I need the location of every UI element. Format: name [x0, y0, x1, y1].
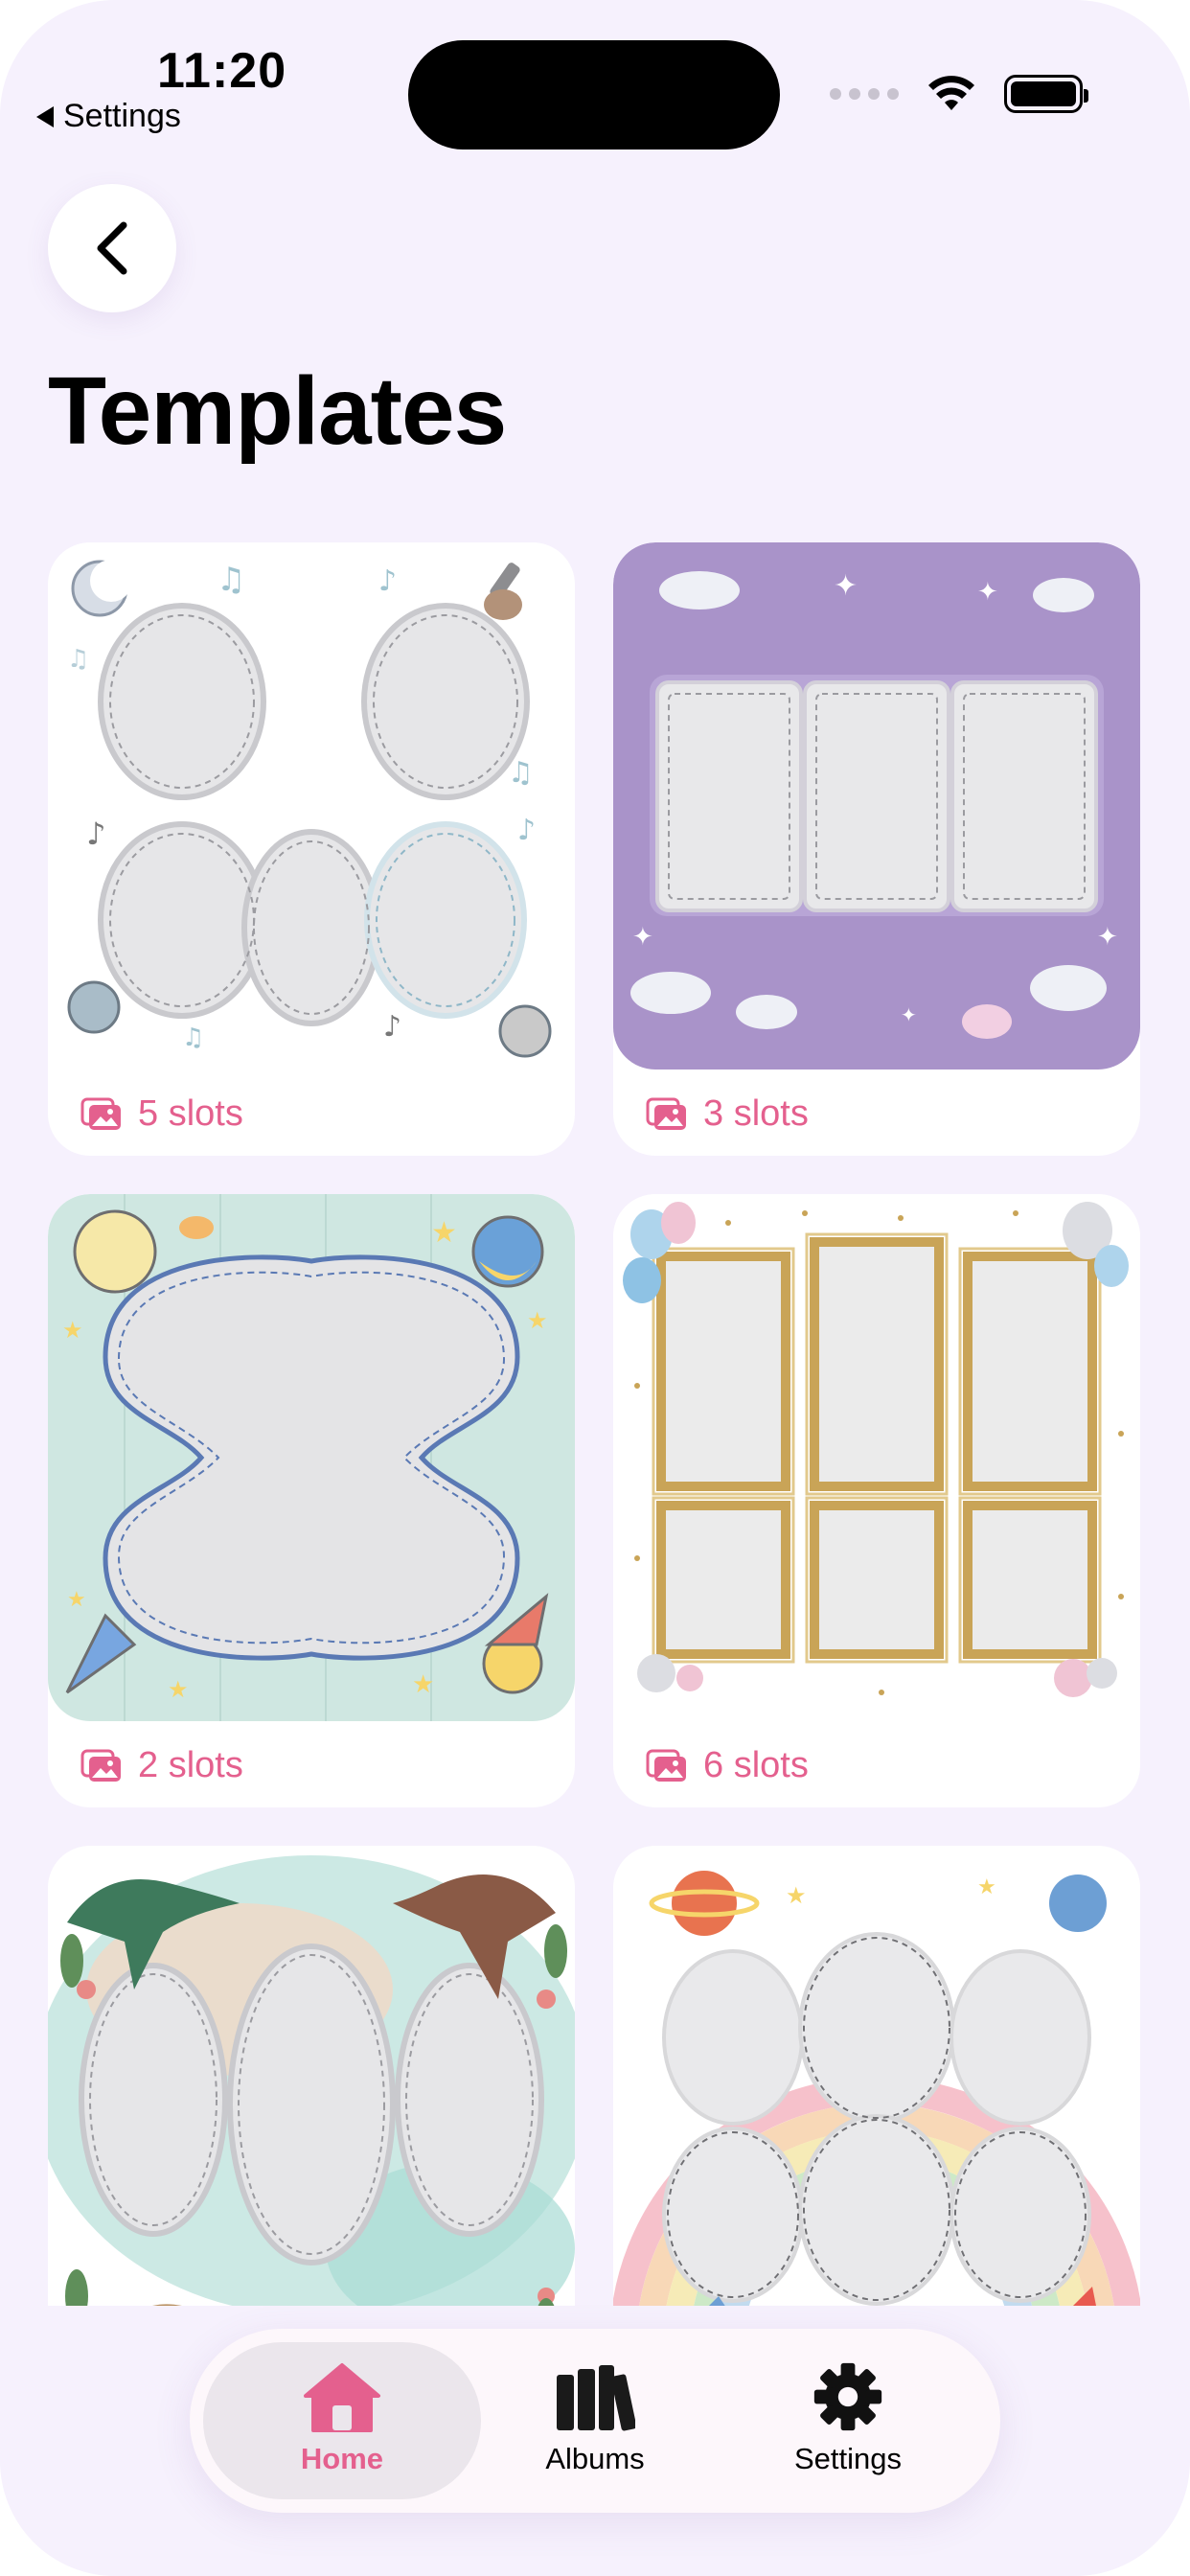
template-thumbnail: ♫ ♪ ♫ ♪ ♪ ♫ ♪ ♫: [48, 542, 575, 1070]
svg-text:♫: ♫: [508, 756, 534, 790]
svg-text:✦: ✦: [977, 578, 998, 607]
home-icon: [304, 2363, 380, 2432]
template-card[interactable]: ★ ★: [613, 1846, 1140, 2306]
template-thumbnail: [613, 1194, 1140, 1721]
template-grid: ♫ ♪ ♫ ♪ ♪ ♫ ♪ ♫ 5 slots ✦ ✦ ✦ ✦ ✦ 3 slot…: [48, 542, 1142, 2306]
status-time: 11:20: [157, 43, 287, 99]
tab-albums-label: Albums: [545, 2442, 645, 2475]
tab-settings-label: Settings: [793, 2442, 902, 2475]
svg-text:★: ★: [786, 1882, 807, 1909]
svg-text:♪: ♪: [517, 814, 536, 847]
svg-text:♫: ♫: [217, 561, 245, 599]
slot-count-label: 6 slots: [703, 1745, 809, 1785]
template-card[interactable]: ✦ ✦ ✦ ✦ ✦ 3 slots: [613, 542, 1140, 1156]
back-button[interactable]: [48, 184, 176, 312]
albums-icon: [557, 2365, 635, 2431]
tab-bar: Home Albums Settings: [190, 2329, 1000, 2513]
tab-home[interactable]: Home: [203, 2342, 481, 2499]
svg-text:★: ★: [67, 1588, 86, 1612]
photos-icon: [80, 1097, 121, 1130]
slot-count: 6 slots: [646, 1745, 809, 1786]
template-thumbnail: [48, 1846, 575, 2306]
status-back-to-app[interactable]: Settings: [36, 98, 181, 135]
gear-icon: [813, 2362, 882, 2431]
svg-text:♪: ♪: [86, 816, 105, 852]
svg-text:✦: ✦: [1097, 923, 1118, 952]
svg-text:★: ★: [431, 1216, 457, 1250]
status-back-label: Settings: [63, 98, 181, 134]
svg-text:✦: ✦: [901, 1003, 917, 1026]
tab-settings[interactable]: Settings: [709, 2342, 987, 2499]
svg-text:★: ★: [168, 1676, 189, 1703]
dynamic-island: [408, 40, 780, 150]
slot-count-label: 5 slots: [138, 1093, 243, 1134]
battery-icon: [1004, 75, 1088, 113]
slot-count: 3 slots: [646, 1093, 809, 1135]
photos-icon: [646, 1097, 686, 1130]
svg-text:♪: ♪: [383, 1010, 401, 1044]
template-card[interactable]: 6 slots: [613, 1194, 1140, 1807]
svg-text:★: ★: [977, 1875, 996, 1899]
tab-albums[interactable]: Albums: [456, 2342, 734, 2499]
svg-text:♫: ♫: [67, 645, 89, 674]
svg-text:♫: ♫: [182, 1024, 204, 1052]
template-thumbnail: ★ ★: [613, 1846, 1140, 2306]
template-card[interactable]: [48, 1846, 575, 2306]
template-card[interactable]: ♫ ♪ ♫ ♪ ♪ ♫ ♪ ♫ 5 slots: [48, 542, 575, 1156]
photos-icon: [80, 1749, 121, 1782]
template-card[interactable]: ★ ★ ★ ★ ★ ★ 2 slots: [48, 1194, 575, 1807]
svg-text:✦: ✦: [632, 923, 653, 952]
svg-text:★: ★: [527, 1307, 548, 1334]
template-thumbnail: ✦ ✦ ✦ ✦ ✦: [613, 542, 1140, 1070]
signal-dots-icon: [830, 88, 899, 100]
chevron-left-icon: [97, 221, 127, 275]
svg-text:✦: ✦: [834, 569, 858, 603]
slot-count-label: 2 slots: [138, 1745, 243, 1785]
back-triangle-icon: [36, 105, 54, 127]
slot-count-label: 3 slots: [703, 1093, 809, 1134]
slot-count: 5 slots: [80, 1093, 243, 1135]
tab-home-label: Home: [300, 2442, 384, 2475]
page-title: Templates: [48, 357, 507, 465]
svg-text:♪: ♪: [378, 564, 397, 598]
app-screen: 11:20 Settings Templates ♫ ♪ ♫ ♪ ♪ ♫ ♪ ♫…: [0, 0, 1190, 2576]
template-thumbnail: ★ ★ ★ ★ ★ ★: [48, 1194, 575, 1721]
svg-text:★: ★: [62, 1317, 83, 1344]
photos-icon: [646, 1749, 686, 1782]
slot-count: 2 slots: [80, 1745, 243, 1786]
svg-text:★: ★: [412, 1670, 434, 1699]
wifi-icon: [928, 76, 974, 110]
status-indicators: [830, 75, 1088, 113]
